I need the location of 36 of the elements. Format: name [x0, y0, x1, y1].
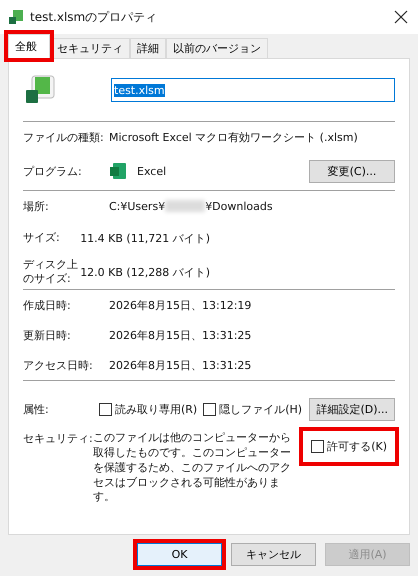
- security-message: このファイルは他のコンピューターから取得したものです。このコンピューターを保護するため、このファイルへのアクセスはブロックされる可能性があります。: [93, 431, 292, 506]
- tab[interactable]: 以前のバージョン: [166, 38, 268, 58]
- checkbox-label[interactable]: 読み取り専用(R): [115, 402, 198, 416]
- path-end: ¥Downloads: [205, 200, 273, 212]
- tab[interactable]: 詳細: [130, 38, 166, 58]
- change-button[interactable]: 変更(C)...: [309, 160, 395, 182]
- field-label: 属性:: [23, 402, 50, 416]
- field-value: 2026年8月15日、13:31:25: [109, 358, 252, 372]
- path-start: C:¥Users¥: [109, 200, 166, 212]
- checkbox[interactable]: [99, 402, 112, 416]
- excel-app-icon: [109, 162, 127, 180]
- field-value: 2026年8月15日、13:31:25: [109, 328, 252, 342]
- field-label: サイズ:: [23, 230, 61, 246]
- field-label: 場所:: [23, 198, 50, 214]
- checkbox[interactable]: [203, 402, 216, 416]
- checkbox-label[interactable]: 隠しファイル(H): [219, 402, 302, 416]
- close-icon[interactable]: [394, 10, 408, 24]
- field-label: アクセス日時:: [23, 358, 94, 372]
- checkbox[interactable]: [311, 440, 324, 453]
- advanced-button[interactable]: 詳細設定(D)...: [309, 398, 395, 420]
- file-name-field[interactable]: test.xlsm: [111, 78, 395, 102]
- field-label: 更新日時:: [23, 328, 72, 342]
- dialog-button[interactable]: キャンセル: [231, 543, 316, 566]
- excel-file-icon: [8, 9, 24, 25]
- window-title: test.xlsmのプロパティ: [30, 8, 158, 26]
- field-label: プログラム:: [23, 164, 83, 178]
- field-label: 作成日時:: [23, 298, 72, 312]
- field-label: ファイルの種類:: [23, 130, 105, 144]
- field-label: セキュリティ:: [23, 431, 93, 446]
- field-value: Excel: [137, 164, 168, 178]
- checkbox-label[interactable]: 許可する(K): [327, 439, 387, 454]
- field-value: 12.0 KB (12,288 バイト): [80, 264, 210, 280]
- field-label: ディスク上のサイズ:: [23, 258, 79, 286]
- field-value: Microsoft Excel マクロ有効ワークシート (.xlsm): [109, 130, 358, 144]
- field-value: 11.4 KB (11,721 バイト): [80, 230, 210, 246]
- field-value: 2026年8月15日、13:12:19: [109, 298, 252, 312]
